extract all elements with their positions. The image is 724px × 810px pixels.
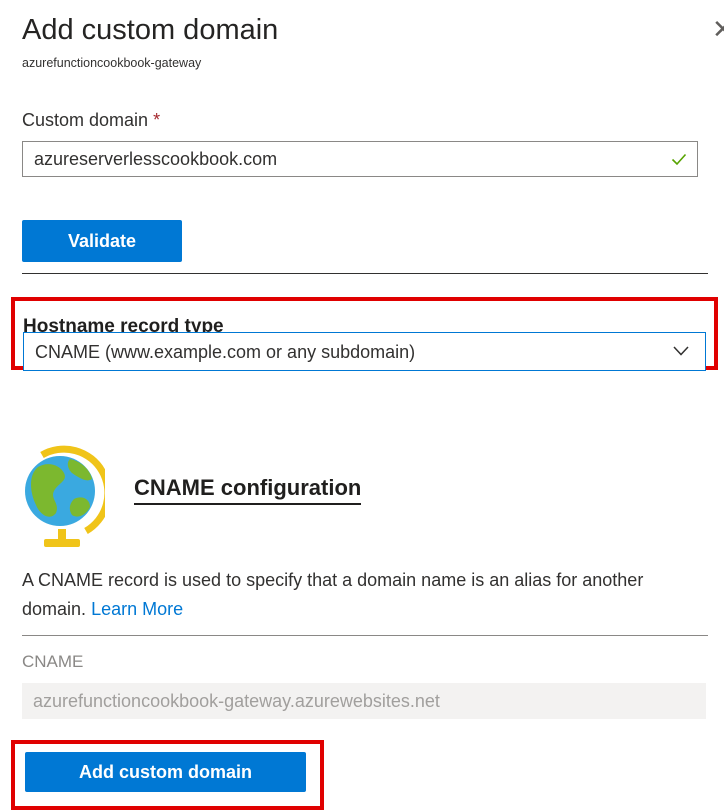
learn-more-link[interactable]: Learn More	[91, 599, 183, 619]
panel-subtitle: azurefunctioncookbook-gateway	[22, 56, 202, 70]
divider	[22, 273, 708, 274]
cname-value: azurefunctioncookbook-gateway.azurewebsi…	[33, 691, 440, 711]
cname-label: CNAME	[22, 652, 84, 671]
custom-domain-input[interactable]: azureserverlesscookbook.com	[22, 141, 698, 177]
validate-button[interactable]: Validate	[22, 220, 182, 262]
add-custom-domain-button[interactable]: Add custom domain	[25, 752, 306, 792]
chevron-down-icon[interactable]	[673, 345, 689, 357]
cname-field: azurefunctioncookbook-gateway.azurewebsi…	[22, 683, 706, 719]
panel-title: Add custom domain	[22, 14, 279, 46]
divider	[22, 635, 708, 636]
custom-domain-label: Custom domain *	[22, 110, 160, 131]
cname-description: A CNAME record is used to specify that a…	[22, 566, 712, 624]
hostname-record-type-dropdown[interactable]: CNAME (www.example.com or any subdomain)	[23, 332, 706, 371]
custom-domain-label-text: Custom domain	[22, 110, 149, 130]
hostname-record-type-value[interactable]: CNAME (www.example.com or any subdomain)	[35, 342, 415, 363]
custom-domain-value[interactable]: azureserverlesscookbook.com	[34, 149, 277, 170]
check-icon	[671, 153, 687, 166]
cname-configuration-title: CNAME configuration	[134, 475, 362, 505]
required-marker: *	[153, 110, 161, 130]
globe-icon	[25, 445, 105, 547]
close-icon[interactable]: ✕	[712, 14, 724, 45]
